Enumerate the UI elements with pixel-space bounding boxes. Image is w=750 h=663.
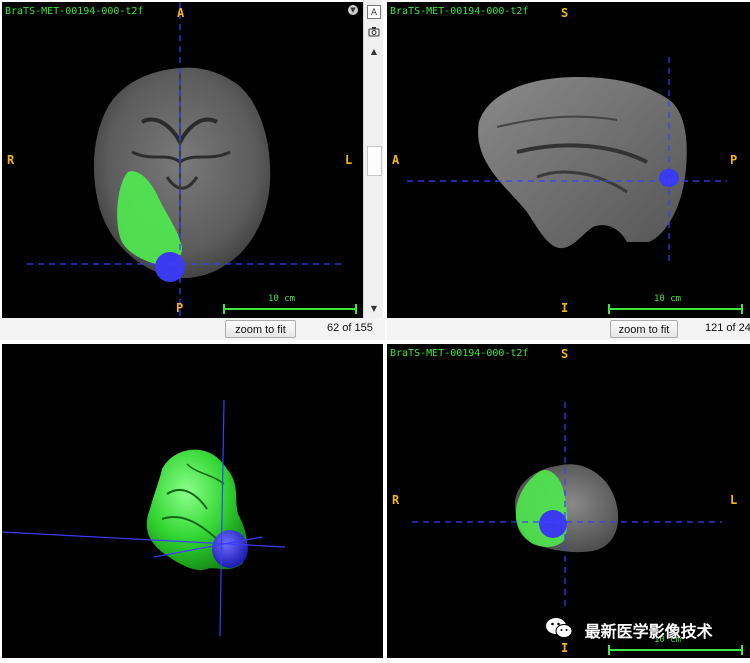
orientation-right-label: L: [730, 493, 738, 507]
orientation-left-label: R: [7, 153, 15, 167]
scale-bar-label: 10 cm: [654, 294, 682, 304]
orientation-bottom-label: P: [176, 301, 184, 315]
sagittal-image: [407, 57, 743, 314]
slice-counter: 121 of 24: [705, 322, 750, 334]
volume-name-label: BraTS-MET-00194-000-t2f: [390, 6, 529, 17]
sagittal-view[interactable]: BraTS-MET-00194-000-t2f S I A P 10 cm: [387, 2, 750, 318]
volume-name-label: BraTS-MET-00194-000-t2f: [390, 348, 529, 359]
wechat-icon: [545, 617, 573, 643]
3d-render-view[interactable]: [2, 344, 383, 658]
scroll-up-arrow-icon[interactable]: ▲: [367, 45, 381, 59]
scroll-down-arrow-icon[interactable]: ▼: [367, 302, 381, 316]
chevron-down-icon[interactable]: ▼: [348, 5, 358, 15]
orientation-top-label: S: [561, 347, 569, 361]
orientation-left-label: A: [392, 153, 400, 167]
camera-icon[interactable]: [367, 25, 381, 39]
label-toggle-button[interactable]: A: [367, 5, 381, 19]
scale-bar-label: 10 cm: [268, 294, 296, 304]
zoom-to-fit-button[interactable]: zoom to fit: [225, 320, 296, 338]
scrollbar-thumb[interactable]: [367, 146, 382, 176]
watermark: 最新医学影像技术: [545, 617, 713, 643]
zoom-to-fit-button[interactable]: zoom to fit: [610, 320, 678, 338]
3d-render-image: [2, 399, 286, 637]
orientation-bottom-label: I: [561, 641, 569, 655]
orientation-bottom-label: I: [561, 301, 569, 315]
slice-scrollbar[interactable]: A ▲ ▼: [363, 0, 383, 318]
coronal-view[interactable]: BraTS-MET-00194-000-t2f S I R L 10 cm: [387, 344, 750, 658]
axial-control-strip: zoom to fit 62 of 155: [0, 318, 385, 340]
axial-view[interactable]: BraTS-MET-00194-000-t2f A P R L 10 cm ▼: [2, 2, 363, 318]
orientation-right-label: P: [730, 153, 738, 167]
watermark-text: 最新医学影像技术: [584, 622, 713, 641]
orientation-right-label: L: [345, 153, 353, 167]
orientation-top-label: A: [177, 6, 185, 20]
sagittal-control-strip: zoom to fit 121 of 24: [387, 318, 750, 340]
coronal-image: [412, 402, 743, 655]
volume-name-label: BraTS-MET-00194-000-t2f: [5, 6, 144, 17]
orientation-top-label: S: [561, 6, 569, 20]
orientation-left-label: R: [392, 493, 400, 507]
slice-counter: 62 of 155: [327, 322, 373, 334]
axial-image: [27, 2, 357, 318]
